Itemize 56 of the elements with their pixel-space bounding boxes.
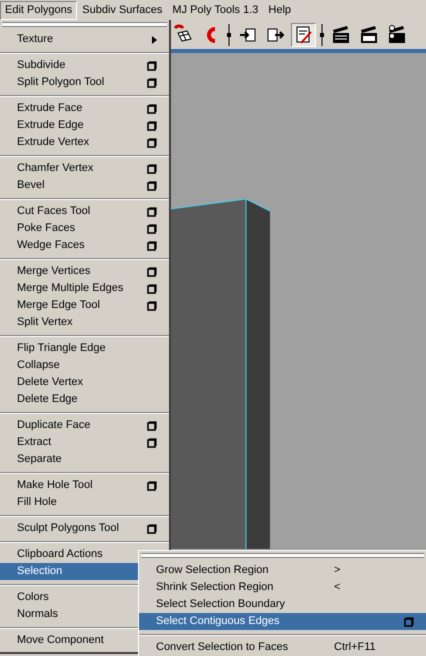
menu-bar-item[interactable]: Help bbox=[263, 0, 296, 20]
menu-item[interactable]: Extract bbox=[0, 434, 169, 451]
option-box-icon[interactable] bbox=[147, 284, 157, 294]
menu-item[interactable]: Wedge Faces bbox=[0, 237, 169, 254]
option-box-icon[interactable] bbox=[147, 240, 157, 250]
tear-off-bar[interactable] bbox=[2, 22, 167, 27]
option-box-icon[interactable] bbox=[147, 180, 157, 190]
option-box-icon[interactable] bbox=[147, 120, 157, 130]
option-box-icon[interactable] bbox=[147, 60, 157, 70]
menu-item[interactable]: Duplicate Face bbox=[0, 417, 169, 434]
toolbar-separator bbox=[226, 24, 232, 46]
option-box-icon[interactable] bbox=[147, 300, 157, 310]
menu-bar-item[interactable]: Subdiv Surfaces bbox=[77, 0, 168, 20]
option-box-icon[interactable] bbox=[147, 206, 157, 216]
menu-item[interactable]: Make Hole Tool bbox=[0, 477, 169, 494]
submenu-arrow-icon bbox=[152, 36, 157, 44]
menu-item[interactable]: Merge Edge Tool bbox=[0, 297, 169, 314]
menu-item[interactable]: Bevel bbox=[0, 177, 169, 194]
menu-item[interactable]: Extrude Face bbox=[0, 100, 169, 117]
menu-item[interactable]: Collapse bbox=[0, 357, 169, 374]
option-box-icon[interactable] bbox=[147, 420, 157, 430]
tear-off-bar[interactable] bbox=[141, 553, 424, 558]
option-box-icon[interactable] bbox=[147, 480, 157, 490]
menu-bar-item[interactable]: MJ Poly Tools 1.3 bbox=[167, 0, 264, 20]
option-box-icon[interactable] bbox=[147, 266, 157, 276]
option-box-icon[interactable] bbox=[147, 78, 157, 88]
menu-item[interactable]: Sculpt Polygons Tool bbox=[0, 520, 169, 537]
menu-item[interactable]: Flip Triangle Edge bbox=[0, 340, 169, 357]
menu-item[interactable]: Shrink Selection Region < bbox=[139, 579, 426, 596]
toolbar-separator bbox=[319, 24, 325, 46]
menu-item[interactable]: Merge Vertices bbox=[0, 263, 169, 280]
menu-item[interactable]: Poke Faces bbox=[0, 220, 169, 237]
toolbar-button[interactable] bbox=[291, 22, 316, 46]
menu-item[interactable]: Chamfer Vertex bbox=[0, 160, 169, 177]
menu-item[interactable]: Extrude Edge bbox=[0, 117, 169, 134]
menu-item[interactable]: Select Contiguous Edges bbox=[139, 613, 426, 630]
menu-item[interactable]: Select Selection Boundary bbox=[139, 596, 426, 613]
option-box-icon[interactable] bbox=[147, 164, 157, 174]
menu-bar-item[interactable]: Edit Polygons bbox=[0, 0, 78, 20]
menu-item[interactable]: Delete Edge bbox=[0, 391, 169, 408]
menu-item[interactable]: Fill Hole bbox=[0, 494, 169, 511]
menu-item[interactable]: Subdivide bbox=[0, 57, 169, 74]
menu-item[interactable]: Split Vertex bbox=[0, 314, 169, 331]
menu-item[interactable]: Separate bbox=[0, 451, 169, 468]
menu-item[interactable]: Cut Faces Tool bbox=[0, 203, 169, 220]
option-box-icon[interactable] bbox=[147, 138, 157, 148]
menu-item[interactable]: Delete Vertex bbox=[0, 374, 169, 391]
option-box-icon[interactable] bbox=[147, 104, 157, 114]
menu-item[interactable]: Merge Multiple Edges bbox=[0, 280, 169, 297]
menu-item[interactable]: Extrude Vertex bbox=[0, 134, 169, 151]
menu-item[interactable]: Texture bbox=[0, 31, 169, 48]
option-box-icon[interactable] bbox=[147, 224, 157, 234]
option-box-icon[interactable] bbox=[147, 524, 157, 534]
menu-item[interactable]: Split Polygon Tool bbox=[0, 74, 169, 91]
option-box-icon[interactable] bbox=[147, 438, 157, 448]
menu-item[interactable]: Convert Selection to Faces Ctrl+F11 bbox=[139, 639, 426, 656]
